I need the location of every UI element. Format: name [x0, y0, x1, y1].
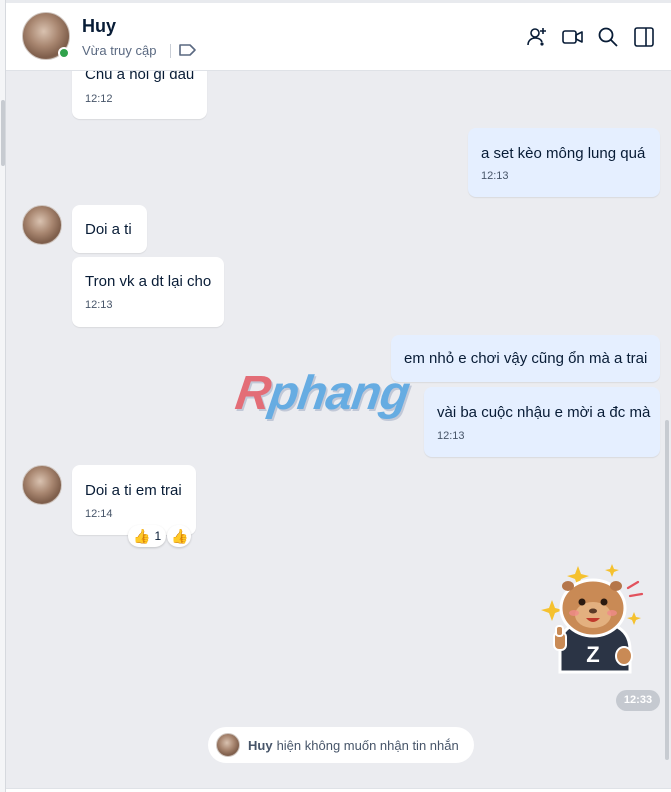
reaction-summary[interactable]: 👍 1 [128, 525, 167, 547]
status-divider [170, 44, 171, 58]
message-text: Tron vk a dt lại cho [85, 273, 212, 290]
reaction-count: 1 [154, 529, 162, 543]
message-bubble-sent[interactable]: a set kèo mông lung quá 12:13 [468, 128, 660, 197]
message-text: Doi a ti [85, 221, 132, 238]
sticker-letter: Z [586, 642, 599, 667]
message-bubble-sent[interactable]: vài ba cuộc nhậu e mời a đc mà 12:13 [424, 387, 660, 457]
message-time: 12:14 [85, 508, 113, 520]
message-time: 12:13 [85, 299, 113, 311]
notice-name: Huy [248, 737, 273, 753]
sidebar-toggle-icon[interactable] [632, 25, 656, 49]
sticker-time: 12:33 [616, 690, 660, 711]
left-scrollbar-thumb[interactable] [1, 100, 5, 166]
notice-text: hiện không muốn nhận tin nhắn [276, 737, 459, 753]
contact-name[interactable]: Huy [82, 16, 116, 37]
chat-header: Huy Vừa truy cập [6, 3, 671, 71]
search-icon[interactable] [596, 25, 620, 49]
thumbs-up-icon: 👍 [133, 528, 151, 544]
chat-scrollbar[interactable] [665, 420, 669, 760]
sender-avatar[interactable] [22, 205, 62, 245]
message-bubble-received[interactable]: Tron vk a dt lại cho 12:13 [72, 257, 224, 327]
tag-icon[interactable] [179, 43, 197, 57]
video-call-icon[interactable] [561, 25, 585, 49]
message-time: 12:12 [85, 93, 113, 105]
message-time: 12:13 [437, 430, 465, 442]
left-panel-edge [0, 0, 6, 792]
notice-avatar [216, 733, 240, 757]
message-text: em nhỏ e chơi vậy cũng ổn mà a trai [404, 350, 648, 367]
online-status-dot [58, 47, 70, 59]
watermark-logo: Rphang [232, 367, 413, 420]
message-text: Doi a ti em trai [85, 482, 182, 499]
message-time: 12:13 [481, 170, 509, 182]
composer-edge [6, 788, 671, 792]
capybara-sticker[interactable]: Z [538, 560, 648, 680]
notification-banner: Huy hiện không muốn nhận tin nhắn [208, 727, 474, 763]
message-text: a set kèo mông lung quá [481, 145, 646, 162]
thumbs-up-icon: 👍 [171, 528, 189, 544]
contact-status: Vừa truy cập [82, 43, 157, 58]
message-text: vài ba cuộc nhậu e mời a đc mà [437, 404, 651, 421]
add-member-icon[interactable] [525, 25, 549, 49]
react-button[interactable]: 👍 [167, 525, 191, 547]
sender-avatar[interactable] [22, 465, 62, 505]
message-bubble-sent[interactable]: em nhỏ e chơi vậy cũng ổn mà a trai [391, 335, 660, 382]
message-bubble-received[interactable]: Doi a ti [72, 205, 147, 253]
